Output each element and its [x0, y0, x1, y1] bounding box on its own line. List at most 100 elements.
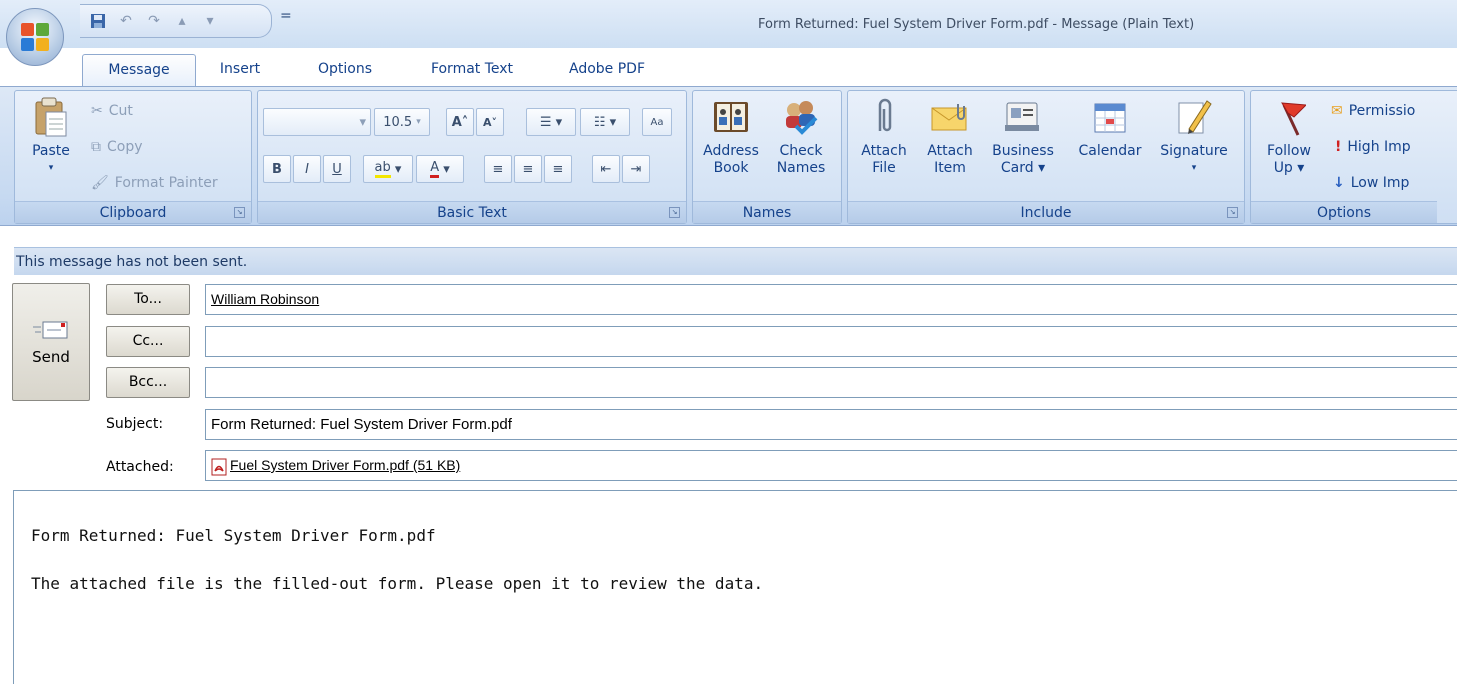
calendar-button[interactable]: Calendar — [1068, 97, 1152, 160]
tab-message[interactable]: Message — [82, 54, 196, 86]
increase-indent-icon[interactable]: ⇥ — [622, 155, 650, 183]
highlight-icon[interactable]: ab ▾ — [363, 155, 413, 183]
up-arrow-icon[interactable]: ▴ — [174, 13, 190, 29]
align-center-icon[interactable]: ≡ — [514, 155, 542, 183]
bullets-icon[interactable]: ☰ ▾ — [526, 108, 576, 136]
subject-field[interactable]: Form Returned: Fuel System Driver Form.p… — [205, 409, 1457, 440]
paste-label: Paste — [32, 143, 70, 159]
copy-button[interactable]: ⧉ Copy — [91, 139, 143, 155]
attach-item-label-line2: Item — [934, 160, 966, 176]
grow-font-icon[interactable]: A˄ — [446, 108, 474, 136]
calendar-label: Calendar — [1078, 143, 1142, 159]
paintbrush-icon: 🖌 — [91, 175, 109, 191]
align-right-icon[interactable]: ≡ — [544, 155, 572, 183]
business-card-label-line1: Business — [992, 143, 1054, 159]
bold-icon[interactable]: B — [263, 155, 291, 183]
to-button[interactable]: To... — [106, 284, 190, 315]
attachment-link[interactable]: Fuel System Driver Form.pdf (51 KB) — [230, 451, 460, 480]
send-button[interactable]: Send — [12, 283, 90, 401]
follow-up-button[interactable]: Follow Up ▾ — [1257, 97, 1321, 177]
italic-icon[interactable]: I — [293, 155, 321, 183]
font-name-dropdown[interactable]: ▾ — [263, 108, 371, 136]
tab-adobe-pdf[interactable]: Adobe PDF — [552, 54, 662, 86]
high-importance-button[interactable]: ! High Imp — [1335, 139, 1411, 155]
permission-label: Permissio — [1348, 103, 1416, 119]
business-card-label-line2: Card ▾ — [1000, 160, 1046, 176]
decrease-indent-icon[interactable]: ⇤ — [592, 155, 620, 183]
attach-file-button[interactable]: Attach File — [854, 97, 914, 177]
paste-button[interactable]: Paste ▾ — [21, 97, 81, 177]
flag-icon — [1269, 97, 1309, 137]
basic-text-group-label: Basic Text — [258, 201, 686, 223]
attach-item-label-line1: Attach — [927, 143, 973, 159]
cut-button[interactable]: ✂ Cut — [91, 103, 133, 119]
shrink-font-icon[interactable]: A˅ — [476, 108, 504, 136]
attach-file-label-line2: File — [872, 160, 896, 176]
clipboard-launcher-icon[interactable]: ↘ — [234, 207, 245, 218]
address-book-label-line1: Address — [703, 143, 759, 159]
include-group: Attach File Attach Item Business Card ▾ — [847, 90, 1245, 224]
quick-access-toolbar: ↶ ↷ ▴ ▾ — [80, 4, 272, 38]
signature-button[interactable]: Signature ▾ — [1154, 97, 1234, 177]
underline-icon[interactable]: U — [323, 155, 351, 183]
paste-icon — [31, 97, 71, 137]
align-left-icon[interactable]: ≡ — [484, 155, 512, 183]
font-color-icon[interactable]: A ▾ — [416, 155, 464, 183]
format-painter-button[interactable]: 🖌 Format Painter — [91, 175, 218, 191]
check-names-icon — [781, 97, 821, 137]
follow-up-label-line2: Up ▾ — [1273, 160, 1305, 176]
high-importance-label: High Imp — [1347, 139, 1411, 155]
calendar-icon — [1090, 97, 1130, 137]
tab-options[interactable]: Options — [300, 54, 390, 86]
message-body[interactable]: Form Returned: Fuel System Driver Form.p… — [13, 490, 1457, 684]
envelope-icon — [930, 97, 970, 137]
ribbon-tabs: Message Insert Options Format Text Adobe… — [0, 48, 1457, 86]
check-names-button[interactable]: Check Names — [769, 97, 833, 177]
down-arrow-blue-icon: ↓ — [1333, 175, 1345, 191]
exclamation-icon: ! — [1335, 139, 1342, 155]
bcc-field[interactable] — [205, 367, 1457, 398]
cc-field[interactable] — [205, 326, 1457, 357]
cc-button[interactable]: Cc... — [106, 326, 190, 357]
attach-item-button[interactable]: Attach Item — [920, 97, 980, 177]
low-importance-button[interactable]: ↓ Low Imp — [1333, 175, 1409, 191]
include-launcher-icon[interactable]: ↘ — [1227, 207, 1238, 218]
copy-label: Copy — [107, 139, 143, 155]
check-names-label-line1: Check — [779, 143, 823, 159]
font-size-dropdown[interactable]: 10.5 ▾ — [374, 108, 430, 136]
address-book-icon — [711, 97, 751, 137]
to-recipient[interactable]: William Robinson — [211, 291, 319, 307]
customize-qat-button[interactable]: = — [280, 8, 292, 24]
tab-format-text[interactable]: Format Text — [408, 54, 536, 86]
permission-envelope-icon: ✉ — [1331, 103, 1343, 119]
paste-dropdown-icon: ▾ — [48, 163, 54, 173]
signature-dropdown-icon: ▾ — [1191, 163, 1197, 173]
signature-pen-icon — [1174, 97, 1214, 137]
clipboard-group: Paste ▾ ✂ Cut ⧉ Copy 🖌 Format Painter Cl… — [14, 90, 252, 224]
ribbon: Paste ▾ ✂ Cut ⧉ Copy 🖌 Format Painter Cl… — [0, 86, 1457, 226]
tab-insert[interactable]: Insert — [202, 54, 278, 86]
business-card-button[interactable]: Business Card ▾ — [988, 97, 1058, 177]
to-field[interactable]: William Robinson — [205, 284, 1457, 315]
office-logo-icon — [20, 22, 50, 52]
down-arrow-icon[interactable]: ▾ — [202, 13, 218, 29]
styles-icon[interactable]: Aa — [642, 108, 672, 136]
bcc-button[interactable]: Bcc... — [106, 367, 190, 398]
save-icon[interactable] — [90, 13, 106, 29]
subject-label: Subject: — [106, 416, 164, 432]
undo-icon[interactable]: ↶ — [118, 13, 134, 29]
address-book-button[interactable]: Address Book — [699, 97, 763, 177]
clipboard-group-label: Clipboard — [15, 201, 251, 223]
names-group: Address Book Check Names Names — [692, 90, 842, 224]
permission-button[interactable]: ✉ Permissio — [1331, 103, 1415, 119]
paperclip-icon — [864, 97, 904, 137]
address-book-label-line2: Book — [713, 160, 749, 176]
basic-text-launcher-icon[interactable]: ↘ — [669, 207, 680, 218]
office-button[interactable] — [6, 8, 64, 66]
basic-text-group: ▾ 10.5 ▾ A˄ A˅ ☰ ▾ ☷ ▾ Aa B I U ab ▾ A ▾… — [257, 90, 687, 224]
title-bar: ↶ ↷ ▴ ▾ = Form Returned: Fuel System Dri… — [0, 0, 1457, 66]
cut-label: Cut — [108, 103, 133, 119]
redo-icon[interactable]: ↷ — [146, 13, 162, 29]
numbering-icon[interactable]: ☷ ▾ — [580, 108, 630, 136]
follow-up-label-line1: Follow — [1267, 143, 1311, 159]
